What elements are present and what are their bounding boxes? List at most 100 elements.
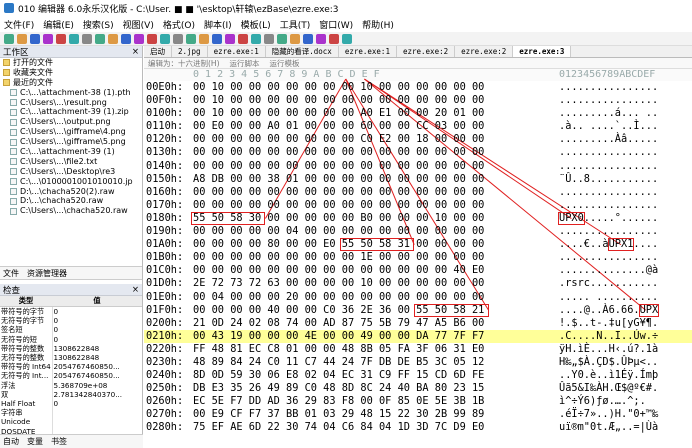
toolbar-button-icon[interactable] xyxy=(147,33,157,44)
row-ascii[interactable]: .........Àâ..... xyxy=(559,133,658,146)
row-ascii[interactable]: Ûã5&I‰ÀH.Œ$@º€#. xyxy=(559,382,658,395)
row-hex-bytes[interactable]: 75 EF AE 6D 22 30 74 04 C6 84 04 1D 3D 7… xyxy=(193,421,484,434)
workspace-item[interactable]: 最近的文件 xyxy=(0,78,142,88)
workspace-item[interactable]: C:\...\attachment-39 (1) xyxy=(0,147,142,157)
row-ascii[interactable]: ....@..À6.66.UPX xyxy=(559,304,658,317)
workspace-item[interactable]: C:\...\0100001001010010.jp xyxy=(0,177,142,187)
row-hex-bytes[interactable]: 00 00 00 00 00 00 00 00 00 00 00 00 00 0… xyxy=(193,186,484,199)
row-ascii[interactable]: ì^÷Ý­6)ƒø.….^;. xyxy=(559,395,646,408)
menu-item-4[interactable]: 格式(O) xyxy=(163,18,195,31)
row-ascii[interactable]: uï®m"0t.Æ„..=|Ùà xyxy=(559,421,658,434)
toolbar-button-icon[interactable] xyxy=(238,33,248,44)
row-hex-bytes[interactable]: 00 E9 CF F7 37 BB 01 03 29 48 15 22 30 2… xyxy=(193,408,484,421)
toolbar-button-icon[interactable] xyxy=(225,33,235,44)
row-hex-bytes[interactable]: 00 10 00 00 00 00 00 00 00 00 00 00 00 0… xyxy=(193,94,484,107)
row-hex-bytes[interactable]: 00 00 00 00 80 00 00 E0 55 50 58 31 00 0… xyxy=(193,238,484,251)
row-hex-bytes[interactable]: 00 00 00 00 00 00 00 00 00 1E 00 00 00 0… xyxy=(193,251,484,264)
toolbar-button-icon[interactable] xyxy=(56,33,66,44)
menu-item-1[interactable]: 编辑(E) xyxy=(43,18,74,31)
row-ascii[interactable]: ................ xyxy=(559,199,658,212)
menu-item-2[interactable]: 搜索(S) xyxy=(83,18,114,31)
toolbar-button-icon[interactable] xyxy=(134,33,144,44)
tab-bookmarks[interactable]: 书签 xyxy=(51,436,67,447)
row-ascii[interactable]: ................ xyxy=(559,160,658,173)
row-hex-bytes[interactable]: 21 0D 24 02 08 74 00 AD 87 75 5B 79 47 A… xyxy=(193,317,484,330)
row-hex-bytes[interactable]: A8 DB 00 00 38 01 00 00 00 00 00 00 00 0… xyxy=(193,173,484,186)
menu-item-5[interactable]: 脚本(I) xyxy=(204,18,232,31)
toolbar-button-icon[interactable] xyxy=(329,33,339,44)
tab-files[interactable]: 文件 xyxy=(3,268,19,279)
tab-auto[interactable]: 自动 xyxy=(3,436,19,447)
row-hex-bytes[interactable]: DB E3 35 26 49 89 C0 48 8D 8C 24 40 BA 8… xyxy=(193,382,484,395)
hex-area[interactable]: 00E0h: 00 10 00 00 00 00 00 00 00 10 00 0… xyxy=(144,78,692,435)
tab-resources[interactable]: 资源管理器 xyxy=(27,268,67,279)
toolbar-button-icon[interactable] xyxy=(342,33,352,44)
toolbar-button-icon[interactable] xyxy=(277,33,287,44)
file-tab[interactable]: ezre.exe:1 xyxy=(208,46,266,57)
row-ascii[interactable]: .rsrc........... xyxy=(559,277,658,290)
toolbar-button-icon[interactable] xyxy=(108,33,118,44)
workspace-item[interactable]: C:\...\attachment-38 (1).pth xyxy=(0,88,142,98)
toolbar-button-icon[interactable] xyxy=(212,33,222,44)
workspace-item[interactable]: D:\...\chacha520.raw xyxy=(0,196,142,206)
file-tab[interactable]: 2.jpg xyxy=(172,46,208,57)
toolbar-button-icon[interactable] xyxy=(4,33,14,44)
toolbar-button-icon[interactable] xyxy=(17,33,27,44)
row-ascii[interactable]: ................ xyxy=(559,225,658,238)
toolbar-button-icon[interactable] xyxy=(251,33,261,44)
workspace-item[interactable]: C:\Users\...\Desktop\re3 xyxy=(0,167,142,177)
editor-bar-item[interactable]: 运行脚本 xyxy=(230,58,260,69)
row-ascii[interactable]: ................ xyxy=(559,146,658,159)
toolbar-button-icon[interactable] xyxy=(30,33,40,44)
row-ascii[interactable]: ..............@à xyxy=(559,264,658,277)
row-ascii[interactable]: ÿH.ìÈ...H‹.ú?.1à xyxy=(559,343,658,356)
row-hex-bytes[interactable]: 55 50 58 30 00 00 00 00 00 B0 00 00 00 1… xyxy=(193,212,484,225)
editor-bar-item[interactable]: 运行模板 xyxy=(270,58,300,69)
row-ascii[interactable]: .à.. ....`..Ì... xyxy=(559,120,658,133)
toolbar-button-icon[interactable] xyxy=(69,33,79,44)
row-hex-bytes[interactable]: FF 48 81 EC C8 01 00 00 48 8B 05 FA 3F 0… xyxy=(193,343,484,356)
workspace-item[interactable]: C:\Users\...\gifframe\5.png xyxy=(0,137,142,147)
file-tab[interactable]: ezre.exe:1 xyxy=(339,46,397,57)
workspace-item[interactable]: C:\Users\...\result.png xyxy=(0,98,142,108)
toolbar-button-icon[interactable] xyxy=(316,33,326,44)
toolbar-button-icon[interactable] xyxy=(43,33,53,44)
row-hex-bytes[interactable]: 00 00 00 00 40 00 00 C0 36 2E 36 00 55 5… xyxy=(193,304,484,317)
workspace-item[interactable]: 打开的文件 xyxy=(0,58,142,68)
row-ascii[interactable]: ................ xyxy=(559,186,658,199)
menu-item-6[interactable]: 模板(L) xyxy=(241,18,271,31)
toolbar-button-icon[interactable] xyxy=(160,33,170,44)
toolbar-button-icon[interactable] xyxy=(199,33,209,44)
row-ascii[interactable]: !.$..t-.‡u[yG¥¶. xyxy=(559,317,658,330)
toolbar-button-icon[interactable] xyxy=(186,33,196,44)
toolbar-button-icon[interactable] xyxy=(303,33,313,44)
toolbar-button-icon[interactable] xyxy=(95,33,105,44)
file-tab[interactable]: ezre.exe:3 xyxy=(513,46,572,57)
row-ascii[interactable]: ....€..àUPX1.... xyxy=(559,238,658,251)
file-tab[interactable]: 启动 xyxy=(144,46,172,57)
row-hex-bytes[interactable]: 00 10 00 00 00 00 00 00 00 A0 E1 00 00 2… xyxy=(193,107,484,120)
workspace-item[interactable]: C:\Users\...\file2.txt xyxy=(0,157,142,167)
row-hex-bytes[interactable]: 00 00 00 00 00 04 00 00 00 00 00 00 00 0… xyxy=(193,225,484,238)
row-ascii[interactable]: .C....N..I..Úw.÷ xyxy=(559,330,658,343)
toolbar-button-icon[interactable] xyxy=(82,33,92,44)
row-hex-bytes[interactable]: 00 43 19 00 00 00 4E 00 00 49 00 00 DA 7… xyxy=(193,330,484,343)
row-hex-bytes[interactable]: 48 89 84 24 C0 11 C7 44 24 7F DB DE B5 3… xyxy=(193,356,484,369)
workspace-item[interactable]: D:\...\chacha520(2).raw xyxy=(0,187,142,197)
menu-item-7[interactable]: 工具(T) xyxy=(280,18,311,31)
row-hex-bytes[interactable]: 00 E0 00 00 A0 01 00 00 00 60 00 00 CC 0… xyxy=(193,120,484,133)
toolbar-button-icon[interactable] xyxy=(173,33,183,44)
row-hex-bytes[interactable]: 00 10 00 00 00 00 00 00 00 10 00 00 00 0… xyxy=(193,81,484,94)
toolbar-button-icon[interactable] xyxy=(264,33,274,44)
row-ascii[interactable]: ..... .......... xyxy=(559,291,658,304)
row-hex-bytes[interactable]: 00 00 00 00 00 00 00 00 00 C0 E2 00 18 0… xyxy=(193,133,484,146)
row-hex-bytes[interactable]: 00 04 00 00 00 20 00 00 00 00 00 00 00 0… xyxy=(193,291,484,304)
row-ascii[interactable]: ................ xyxy=(559,81,658,94)
row-ascii[interactable]: ................ xyxy=(559,94,658,107)
menu-item-3[interactable]: 视图(V) xyxy=(123,18,154,31)
menu-item-9[interactable]: 帮助(H) xyxy=(362,18,394,31)
workspace-item[interactable]: C:\Users\...\chacha520.raw xyxy=(0,206,142,216)
row-ascii[interactable]: .éÏ÷7»..)H."0+™‰ xyxy=(559,408,658,421)
row-ascii[interactable]: UPX0.....°...... xyxy=(559,212,658,225)
workspace-item[interactable]: 收藏夹文件 xyxy=(0,68,142,78)
